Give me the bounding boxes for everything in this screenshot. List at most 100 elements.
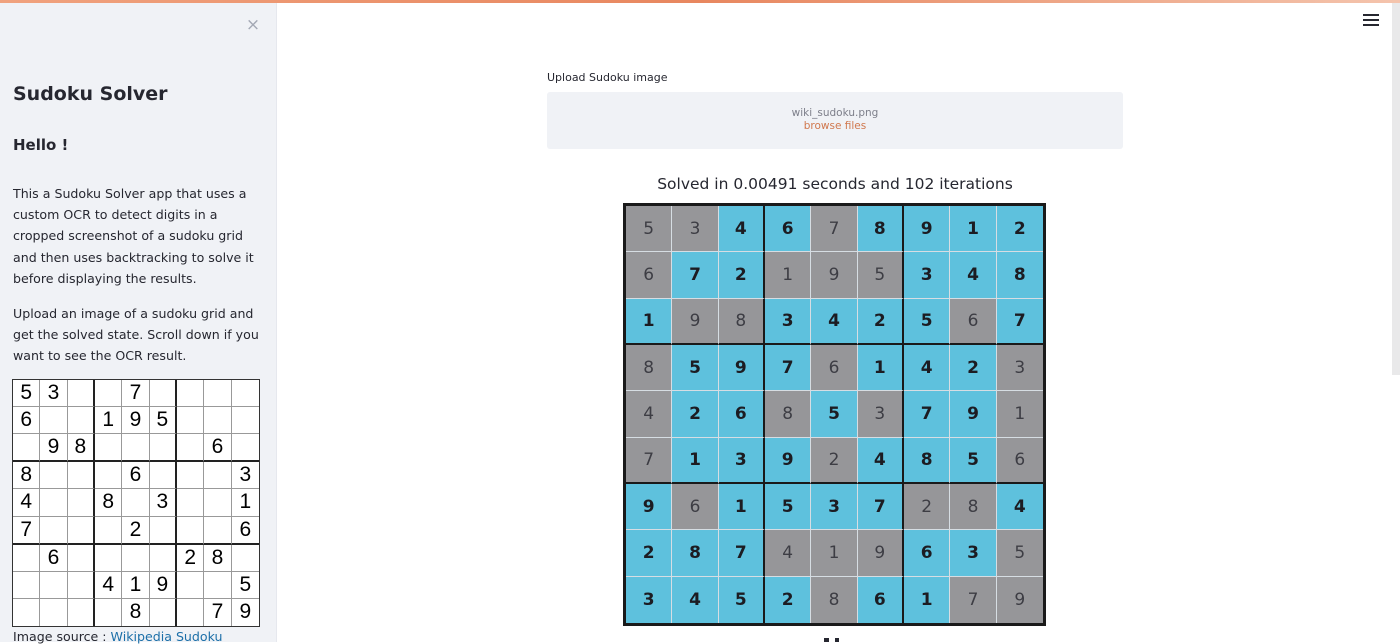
- original-grid-cell: 8: [67, 434, 95, 463]
- scrollbar[interactable]: [1392, 3, 1400, 375]
- solved-cell: 1: [626, 298, 673, 345]
- original-grid-cell: 9: [122, 407, 150, 435]
- given-cell: 8: [811, 576, 858, 623]
- original-grid-cell: 7: [13, 516, 41, 545]
- original-grid-cell: [95, 462, 123, 490]
- solved-cell: 3: [811, 483, 858, 531]
- solved-cell: 5: [950, 437, 997, 484]
- original-grid-cell: [122, 544, 150, 572]
- solved-status-text: Solved in 0.00491 seconds and 102 iterat…: [657, 175, 1013, 193]
- original-grid-cell: 5: [149, 407, 177, 435]
- given-cell: 5: [996, 530, 1043, 577]
- original-grid-cell: [149, 462, 177, 490]
- solved-cell: 9: [764, 437, 812, 484]
- given-cell: 8: [718, 298, 765, 345]
- given-cell: 5: [626, 206, 673, 253]
- original-grid-cell: [95, 598, 123, 626]
- original-grid-cell: [13, 598, 41, 626]
- original-grid-cell: 1: [95, 407, 123, 435]
- original-grid-cell: 6: [122, 462, 150, 490]
- solved-cell: 6: [903, 530, 951, 577]
- solved-cell: 6: [764, 206, 812, 253]
- original-grid-cell: [95, 544, 123, 572]
- original-grid-cell: [67, 544, 95, 572]
- solved-cell: 2: [718, 252, 765, 299]
- solved-cell: 2: [764, 576, 812, 623]
- given-cell: 8: [626, 344, 673, 392]
- file-dropzone[interactable]: wiki_sudoku.png browse files: [547, 92, 1123, 149]
- original-grid-cell: [177, 407, 205, 435]
- solved-cell: 3: [718, 437, 765, 484]
- original-grid-cell: 6: [13, 407, 41, 435]
- close-sidebar-icon[interactable]: ×: [244, 16, 262, 34]
- original-grid-cell: [231, 380, 259, 408]
- original-grid-cell: [67, 489, 95, 517]
- uploaded-file-name: wiki_sudoku.png: [791, 107, 879, 119]
- original-grid-cell: [40, 516, 68, 545]
- original-grid-cell: [231, 407, 259, 435]
- solved-cell: 4: [811, 298, 858, 345]
- solved-cell: 4: [857, 437, 904, 484]
- original-grid-cell: [67, 571, 95, 599]
- original-grid-cell: 2: [122, 516, 150, 545]
- solved-cell: 5: [764, 483, 812, 531]
- solved-cell: 4: [996, 483, 1043, 531]
- given-cell: 3: [857, 391, 904, 438]
- given-cell: 6: [811, 344, 858, 392]
- given-cell: 5: [857, 252, 904, 299]
- solved-cell: 7: [672, 252, 719, 299]
- original-grid-cell: [40, 407, 68, 435]
- original-grid-cell: [204, 516, 232, 545]
- solved-cell: 3: [903, 252, 951, 299]
- cut-off-caption-fragment: [824, 638, 839, 642]
- solved-cell: 3: [950, 530, 997, 577]
- original-grid-cell: [13, 571, 41, 599]
- given-cell: 7: [811, 206, 858, 253]
- original-grid-cell: 2: [177, 544, 205, 572]
- original-grid-cell: 9: [239, 599, 252, 623]
- original-grid-cell: [204, 407, 232, 435]
- given-cell: 6: [672, 483, 719, 531]
- original-grid-cell: 8: [95, 489, 123, 517]
- given-cell: 3: [672, 206, 719, 253]
- original-grid-cell: [149, 434, 177, 463]
- original-grid-cell: 7: [204, 598, 232, 626]
- original-grid-cell: [204, 380, 232, 408]
- original-grid-cell: [67, 380, 95, 408]
- original-grid-cell: 1: [231, 489, 259, 517]
- original-grid-cell: 9: [40, 434, 68, 463]
- original-grid-cell: 8: [13, 462, 41, 490]
- solved-cell: 1: [718, 483, 765, 531]
- original-grid-cell: [95, 434, 123, 463]
- given-cell: 8: [950, 483, 997, 531]
- original-grid-cell: [204, 571, 232, 599]
- original-grid-cell: [149, 544, 177, 572]
- original-grid-cell: [204, 489, 232, 517]
- original-grid-cell: [40, 489, 68, 517]
- solved-cell: 2: [626, 530, 673, 577]
- original-grid-cell: [231, 545, 259, 572]
- original-grid-cell: 3: [40, 380, 68, 408]
- solved-cell: 7: [764, 344, 812, 392]
- given-cell: 9: [996, 576, 1043, 623]
- given-cell: 4: [626, 391, 673, 438]
- original-grid-cell: [177, 489, 205, 517]
- original-grid-cell: [149, 380, 177, 408]
- browse-files-button[interactable]: browse files: [547, 120, 1123, 132]
- solved-cell: 1: [903, 576, 951, 623]
- given-cell: 6: [626, 252, 673, 299]
- solved-cell: 2: [857, 298, 904, 345]
- solved-cell: 4: [950, 252, 997, 299]
- given-cell: 6: [996, 437, 1043, 484]
- sidebar: × Sudoku Solver Hello ! This a Sudoku So…: [0, 3, 277, 644]
- solved-cell: 2: [996, 206, 1043, 253]
- original-grid-cell: [231, 434, 259, 463]
- solved-cell: 9: [903, 206, 951, 253]
- hamburger-menu-icon[interactable]: [1363, 14, 1379, 28]
- original-grid-cell: 3: [149, 489, 177, 517]
- original-grid-cell: [122, 489, 150, 517]
- original-grid-cell: [177, 380, 205, 408]
- original-grid-cell: 8: [122, 598, 150, 626]
- description-text: This a Sudoku Solver app that uses a cus…: [13, 186, 254, 286]
- solved-cell: 1: [950, 206, 997, 253]
